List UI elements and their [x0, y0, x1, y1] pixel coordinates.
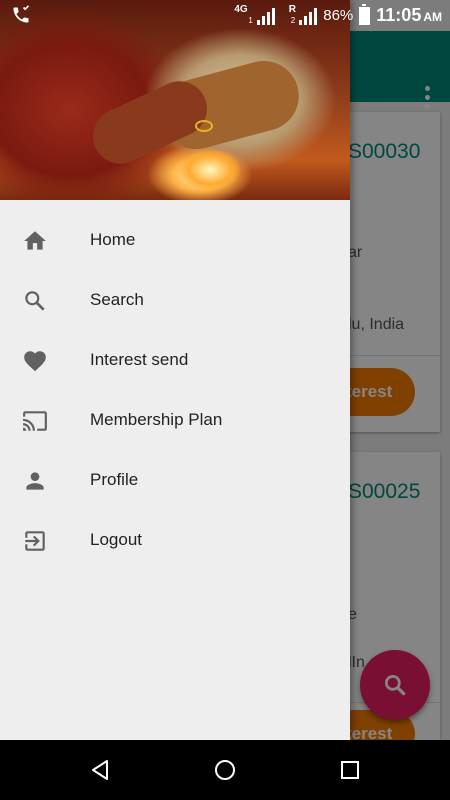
navigation-drawer: Home Search Interest send Membership Pla… [0, 0, 350, 740]
drawer-item-label: Logout [90, 530, 142, 549]
search-icon [22, 288, 48, 314]
drawer-menu: Home Search Interest send Membership Pla… [0, 210, 350, 570]
network-type-label: 4G [234, 3, 248, 15]
home-button[interactable] [210, 755, 240, 785]
back-button[interactable] [85, 755, 115, 785]
ring [195, 120, 213, 132]
exit-icon [22, 528, 48, 554]
heart-icon [22, 348, 48, 374]
drawer-item-logout[interactable]: Logout [0, 510, 350, 570]
drawer-item-label: Membership Plan [90, 410, 223, 429]
drawer-item-membership-plan[interactable]: Membership Plan [0, 390, 350, 450]
signal-sim1-icon: 4G 1 [234, 4, 275, 25]
drawer-item-label: Home [90, 230, 136, 249]
clock: 11:05 AM [376, 5, 442, 25]
home-circle-icon [215, 760, 235, 780]
battery-percent: 86% [323, 7, 354, 24]
roaming-label: R [288, 3, 297, 15]
sacred-fire [180, 150, 240, 190]
person-icon [22, 468, 48, 494]
back-icon [92, 760, 108, 780]
missed-call-icon [10, 5, 32, 30]
recents-icon [341, 761, 359, 779]
drawer-item-label: Profile [90, 470, 139, 489]
drawer-item-profile[interactable]: Profile [0, 450, 350, 510]
drawer-item-search[interactable]: Search [0, 270, 350, 330]
signal-sim2-icon: R 2 [288, 3, 318, 25]
drawer-item-label: Interest send [90, 350, 189, 369]
system-navigation-bar [0, 740, 450, 800]
sim1-label: 1 [248, 15, 253, 25]
battery-icon [359, 3, 371, 25]
drawer-item-home[interactable]: Home [0, 210, 350, 270]
drawer-item-label: Search [90, 290, 144, 309]
recents-button[interactable] [335, 755, 365, 785]
drawer-item-interest-send[interactable]: Interest send [0, 330, 350, 390]
home-icon [22, 228, 48, 254]
status-bar: 4G 1 R 2 86% 11:05 AM [0, 0, 450, 31]
cast-icon [22, 408, 48, 434]
sim2-label: 2 [290, 15, 296, 25]
